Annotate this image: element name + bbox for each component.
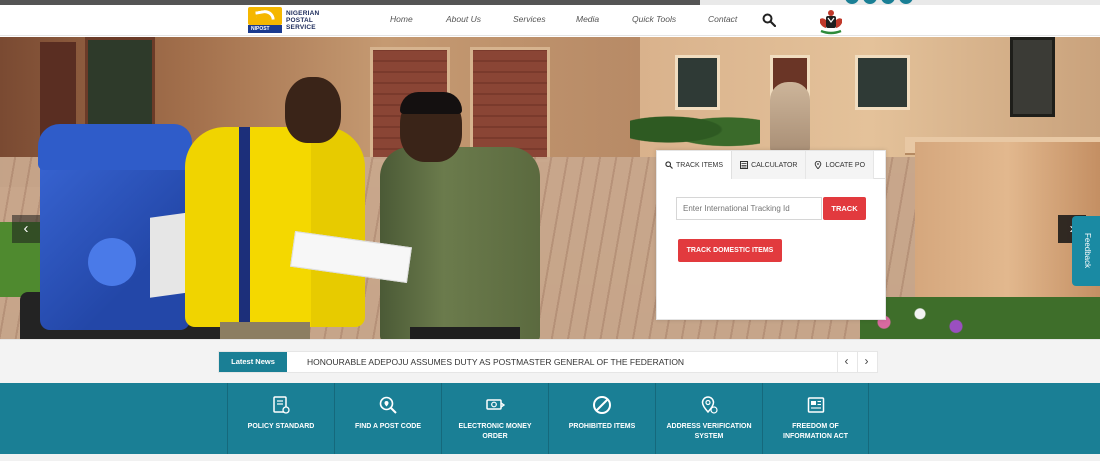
track-domestic-items-button[interactable]: TRACK DOMESTIC ITEMS	[678, 239, 782, 262]
location-search-icon	[379, 396, 397, 414]
hero-shrubs	[630, 107, 760, 152]
service-freedom-of-information[interactable]: FREEDOM OF INFORMATION ACT	[762, 383, 869, 454]
latest-news-label: Latest News	[219, 352, 287, 372]
tab-track-items-label: TRACK ITEMS	[676, 161, 724, 169]
service-label: PROHIBITED ITEMS	[568, 423, 636, 430]
social-link-icon[interactable]	[845, 0, 859, 4]
logo-name-line3: SERVICE	[286, 23, 316, 31]
hero-garage-door	[470, 47, 550, 162]
hero-fountain	[770, 82, 810, 152]
newspaper-icon	[807, 397, 824, 413]
policy-document-icon	[273, 396, 290, 414]
hero-window	[675, 55, 720, 110]
logo-name-line1: NIGERIAN	[286, 9, 320, 17]
service-electronic-money-order[interactable]: ELECTRONIC MONEY ORDER	[441, 383, 548, 454]
tab-track-items[interactable]: TRACK ITEMS	[657, 151, 733, 179]
hero-lamp	[1010, 37, 1055, 117]
search-icon[interactable]	[762, 13, 776, 27]
hero-window	[855, 55, 910, 110]
tab-locate-po[interactable]: LOCATE PO	[806, 151, 875, 179]
tab-locate-po-label: LOCATE PO	[825, 161, 866, 169]
news-prev-button[interactable]: ‹	[837, 352, 855, 372]
hero-window	[85, 37, 155, 137]
tracking-widget: TRACK ITEMS CALCULATOR LOCATE PO TRACK T…	[656, 150, 886, 320]
hero-customer-head	[400, 92, 462, 162]
service-find-post-code[interactable]: FIND A POST CODE	[334, 383, 441, 454]
service-label: ADDRESS VERIFICATION SYSTEM	[666, 423, 752, 440]
page-bottom-strip	[0, 454, 1100, 461]
service-prohibited-items[interactable]: PROHIBITED ITEMS	[548, 383, 655, 454]
nav-media[interactable]: Media	[576, 14, 632, 24]
nipost-logo[interactable]: NIPOST NIGERIAN POSTAL SERVICE	[248, 7, 319, 33]
nav-contact[interactable]: Contact	[708, 14, 758, 24]
carousel-prev-button[interactable]: ‹	[12, 215, 40, 243]
track-button[interactable]: TRACK	[823, 197, 866, 220]
hero-courier-pants	[220, 322, 310, 339]
tab-calculator-label: CALCULATOR	[751, 161, 798, 169]
news-ticker: Latest News HONOURABLE ADEPOJU ASSUMES D…	[218, 351, 878, 373]
site-header: NIPOST NIGERIAN POSTAL SERVICE Home Abou…	[0, 5, 1100, 36]
hero-courier-head	[285, 77, 341, 143]
hero-customer	[380, 147, 540, 339]
nav-about-us[interactable]: About Us	[446, 14, 513, 24]
search-icon	[665, 161, 673, 169]
money-icon	[486, 399, 505, 410]
hero-flowers	[860, 297, 1100, 339]
coat-of-arms-icon	[820, 10, 842, 35]
logo-text: NIGERIAN POSTAL SERVICE	[286, 10, 319, 31]
news-headline[interactable]: HONOURABLE ADEPOJU ASSUMES DUTY AS POSTM…	[307, 352, 684, 372]
tab-calculator[interactable]: CALCULATOR	[732, 151, 807, 179]
nipost-logo-mark: NIPOST	[248, 7, 282, 33]
news-next-button[interactable]: ›	[857, 352, 875, 372]
nav-home[interactable]: Home	[390, 14, 446, 24]
location-pin-icon	[815, 161, 822, 169]
logo-mark-text: NIPOST	[251, 26, 270, 32]
service-label: POLICY STANDARD	[247, 423, 315, 430]
tracking-input-row: TRACK	[676, 197, 885, 220]
hero-carousel: ‹ ›	[0, 37, 1100, 339]
nav-services[interactable]: Services	[513, 14, 576, 24]
hero-courier	[185, 127, 365, 327]
calculator-icon	[740, 161, 749, 169]
tracking-id-input[interactable]	[676, 197, 822, 220]
service-label: FIND A POST CODE	[355, 423, 421, 430]
service-policy-standard[interactable]: POLICY STANDARD	[227, 383, 334, 454]
logo-name-line2: POSTAL	[286, 16, 314, 24]
prohibited-icon	[593, 396, 611, 414]
services-bar: POLICY STANDARD FIND A POST CODE ELECTRO…	[0, 383, 1100, 454]
tracking-tabs: TRACK ITEMS CALCULATOR LOCATE PO	[657, 151, 885, 179]
address-verification-icon	[701, 396, 718, 414]
service-label: ELECTRONIC MONEY ORDER	[458, 423, 532, 440]
feedback-tab[interactable]: Feedback	[1072, 216, 1100, 286]
nav-quick-tools[interactable]: Quick Tools	[632, 14, 708, 24]
social-link-icon[interactable]	[863, 0, 877, 4]
social-link-icon[interactable]	[881, 0, 895, 4]
service-address-verification[interactable]: ADDRESS VERIFICATION SYSTEM	[655, 383, 762, 454]
service-label: FREEDOM OF INFORMATION ACT	[783, 423, 848, 440]
main-nav: Home About Us Services Media Quick Tools…	[390, 14, 758, 24]
social-link-icon[interactable]	[899, 0, 913, 4]
tracking-form: TRACK TRACK DOMESTIC ITEMS	[657, 179, 885, 262]
hero-customer-pants	[410, 327, 520, 339]
news-ticker-bar: Latest News HONOURABLE ADEPOJU ASSUMES D…	[0, 339, 1100, 383]
hero-delivery-box	[38, 124, 192, 330]
social-links	[845, 0, 913, 4]
